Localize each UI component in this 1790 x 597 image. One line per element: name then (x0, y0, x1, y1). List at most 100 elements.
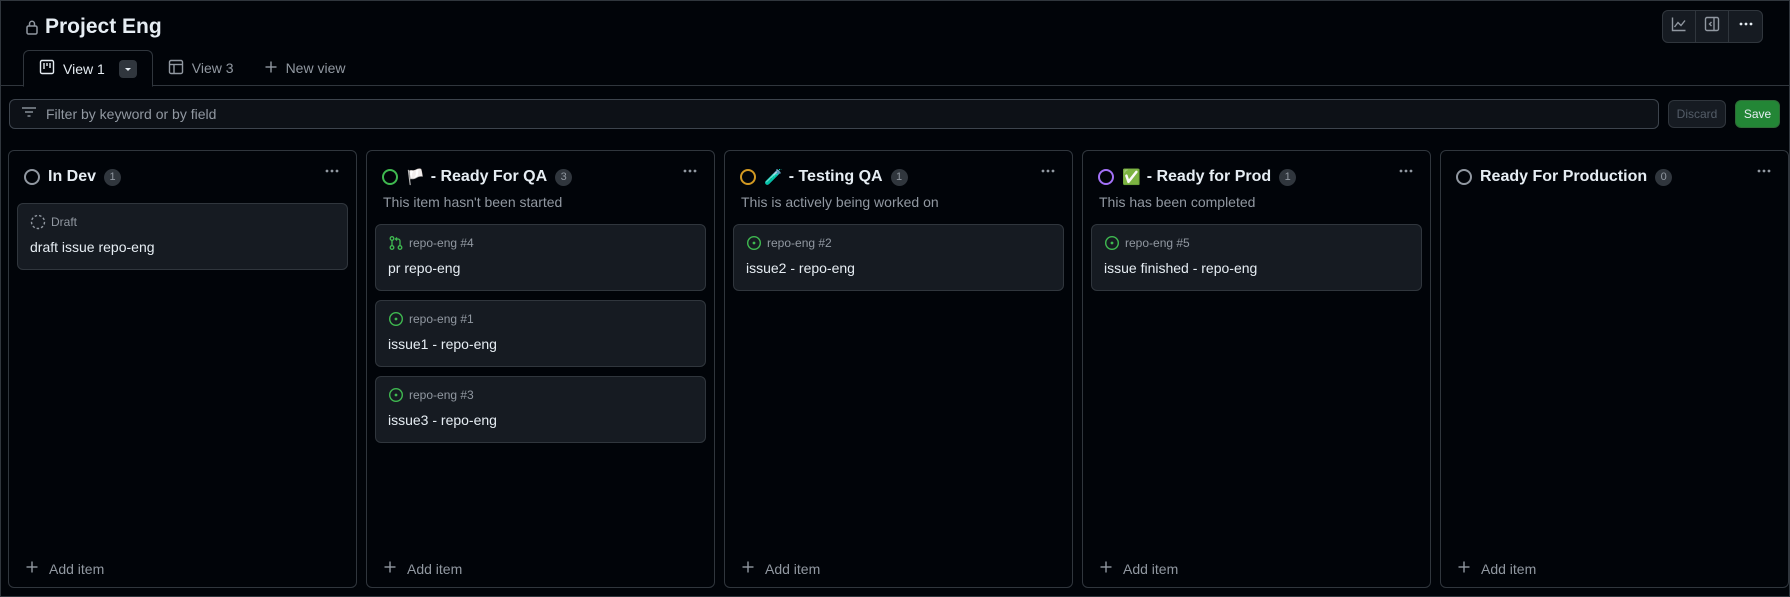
board-column-ready-for-prod: ✅ - Ready for Prod 1 This has been compl… (1082, 150, 1431, 588)
more-options-button[interactable] (1729, 11, 1762, 42)
tab-view-1[interactable]: View 1 (23, 50, 153, 87)
board-card[interactable]: repo-eng #1 issue1 - repo-eng (375, 300, 706, 367)
board-card[interactable]: repo-eng #2 issue2 - repo-eng (733, 224, 1064, 291)
card-meta-text: Draft (51, 215, 78, 229)
item-count-badge: 1 (1279, 168, 1297, 186)
status-circle-icon (740, 169, 756, 185)
card-title: pr repo-eng (388, 260, 461, 276)
board-column-testing-qa: 🧪 - Testing QA 1 This is actively being … (724, 150, 1073, 588)
item-count-badge: 1 (104, 168, 122, 186)
open-issue-icon (1104, 235, 1120, 251)
column-description: This item hasn't been started (383, 194, 563, 210)
column-header: 🧪 - Testing QA 1 (740, 165, 1057, 189)
card-meta-text: repo-eng #1 (409, 312, 474, 326)
card-meta-text: repo-eng #5 (1125, 236, 1190, 250)
kebab-menu-icon (1756, 163, 1772, 184)
board-card[interactable]: repo-eng #4 pr repo-eng (375, 224, 706, 291)
graph-icon (1671, 16, 1687, 37)
check-mark-icon: ✅ (1122, 169, 1141, 186)
card-meta: repo-eng #3 (388, 387, 693, 403)
status-circle-icon (24, 169, 40, 185)
view-tabs: View 1 View 3 New view (23, 50, 361, 87)
tab-view-3[interactable]: View 3 (153, 50, 249, 86)
board-card[interactable]: repo-eng #3 issue3 - repo-eng (375, 376, 706, 443)
card-list: Draft draft issue repo-eng (17, 203, 348, 270)
card-meta: repo-eng #2 (746, 235, 1051, 251)
card-list: repo-eng #2 issue2 - repo-eng (733, 224, 1064, 291)
white-flag-icon: 🏳️ (406, 169, 425, 186)
item-count-badge: 0 (1655, 168, 1673, 186)
add-item-label: Add item (49, 560, 105, 577)
sidebar-panel-icon (1704, 16, 1720, 37)
add-item-button[interactable]: Add item (383, 560, 462, 577)
card-list: repo-eng #4 pr repo-eng repo-eng #1 issu… (375, 224, 706, 443)
column-description: This is actively being worked on (741, 194, 939, 210)
column-header: 🏳️ - Ready For QA 3 (382, 165, 699, 189)
card-meta-text: repo-eng #2 (767, 236, 832, 250)
column-menu-button[interactable] (1392, 161, 1420, 185)
page-title: Project Eng (45, 15, 162, 38)
column-header: ✅ - Ready for Prod 1 (1098, 165, 1415, 189)
plus-icon (25, 560, 39, 577)
view-options-button[interactable] (118, 59, 137, 78)
column-title: Ready For Production (1480, 168, 1648, 185)
column-title: In Dev (48, 168, 97, 185)
add-item-button[interactable]: Add item (1457, 560, 1536, 577)
status-circle-icon (382, 169, 398, 185)
card-meta-text: repo-eng #4 (409, 236, 474, 250)
save-button[interactable]: Save (1735, 100, 1780, 128)
add-item-label: Add item (765, 560, 821, 577)
plus-icon (1457, 560, 1471, 577)
card-meta: repo-eng #1 (388, 311, 693, 327)
add-item-button[interactable]: Add item (25, 560, 104, 577)
add-item-button[interactable]: Add item (741, 560, 820, 577)
status-circle-icon (1456, 169, 1472, 185)
kebab-menu-icon (324, 163, 340, 184)
draft-issue-icon (30, 214, 46, 230)
column-menu-button[interactable] (1034, 161, 1062, 185)
card-title: issue1 - repo-eng (388, 336, 497, 352)
board-column-in-dev: In Dev 1 Draft draft issue repo-eng Add … (8, 150, 357, 588)
discard-button[interactable]: Discard (1668, 100, 1726, 128)
plus-icon (1099, 560, 1113, 577)
kebab-menu-icon (1040, 163, 1056, 184)
filter-input[interactable] (46, 106, 1626, 122)
column-menu-button[interactable] (676, 161, 704, 185)
column-description: This has been completed (1099, 194, 1256, 210)
add-item-label: Add item (1123, 560, 1179, 577)
plus-icon (741, 560, 755, 577)
add-item-button[interactable]: Add item (1099, 560, 1178, 577)
status-circle-icon (1098, 169, 1114, 185)
column-header: In Dev 1 (24, 165, 341, 189)
insights-button[interactable] (1663, 11, 1696, 42)
column-header: Ready For Production 0 (1456, 165, 1773, 189)
board-column-ready-for-production: Ready For Production 0 Add item (1440, 150, 1789, 588)
kebab-menu-icon (1738, 16, 1754, 37)
triangle-down-icon (123, 61, 133, 77)
new-view-button[interactable]: New view (249, 50, 361, 86)
column-menu-button[interactable] (1750, 161, 1778, 185)
project-header: Project Eng View 1 View 3 New view (1, 1, 1789, 87)
kebab-menu-icon (682, 163, 698, 184)
table-icon (168, 59, 184, 78)
board-card[interactable]: repo-eng #5 issue finished - repo-eng (1091, 224, 1422, 291)
filter-icon (21, 104, 37, 125)
kebab-menu-icon (1398, 163, 1414, 184)
tab-label: View 1 (63, 60, 105, 77)
item-count-badge: 1 (890, 168, 908, 186)
board-card[interactable]: Draft draft issue repo-eng (17, 203, 348, 270)
card-list: repo-eng #5 issue finished - repo-eng (1091, 224, 1422, 291)
test-tube-icon: 🧪 (764, 169, 783, 186)
item-count-badge: 3 (555, 168, 573, 186)
project-board-window: Project Eng View 1 View 3 New view Filte… (0, 0, 1790, 597)
filter-bar (9, 99, 1659, 129)
card-title: draft issue repo-eng (30, 239, 155, 255)
column-menu-button[interactable] (318, 161, 346, 185)
plus-icon (383, 560, 397, 577)
pull-request-icon (388, 235, 404, 251)
side-panel-button[interactable] (1696, 11, 1729, 42)
card-meta: Draft (30, 214, 335, 230)
tab-label: New view (285, 60, 346, 76)
header-actions (1662, 10, 1763, 43)
column-title: - Ready For QA (430, 168, 548, 185)
